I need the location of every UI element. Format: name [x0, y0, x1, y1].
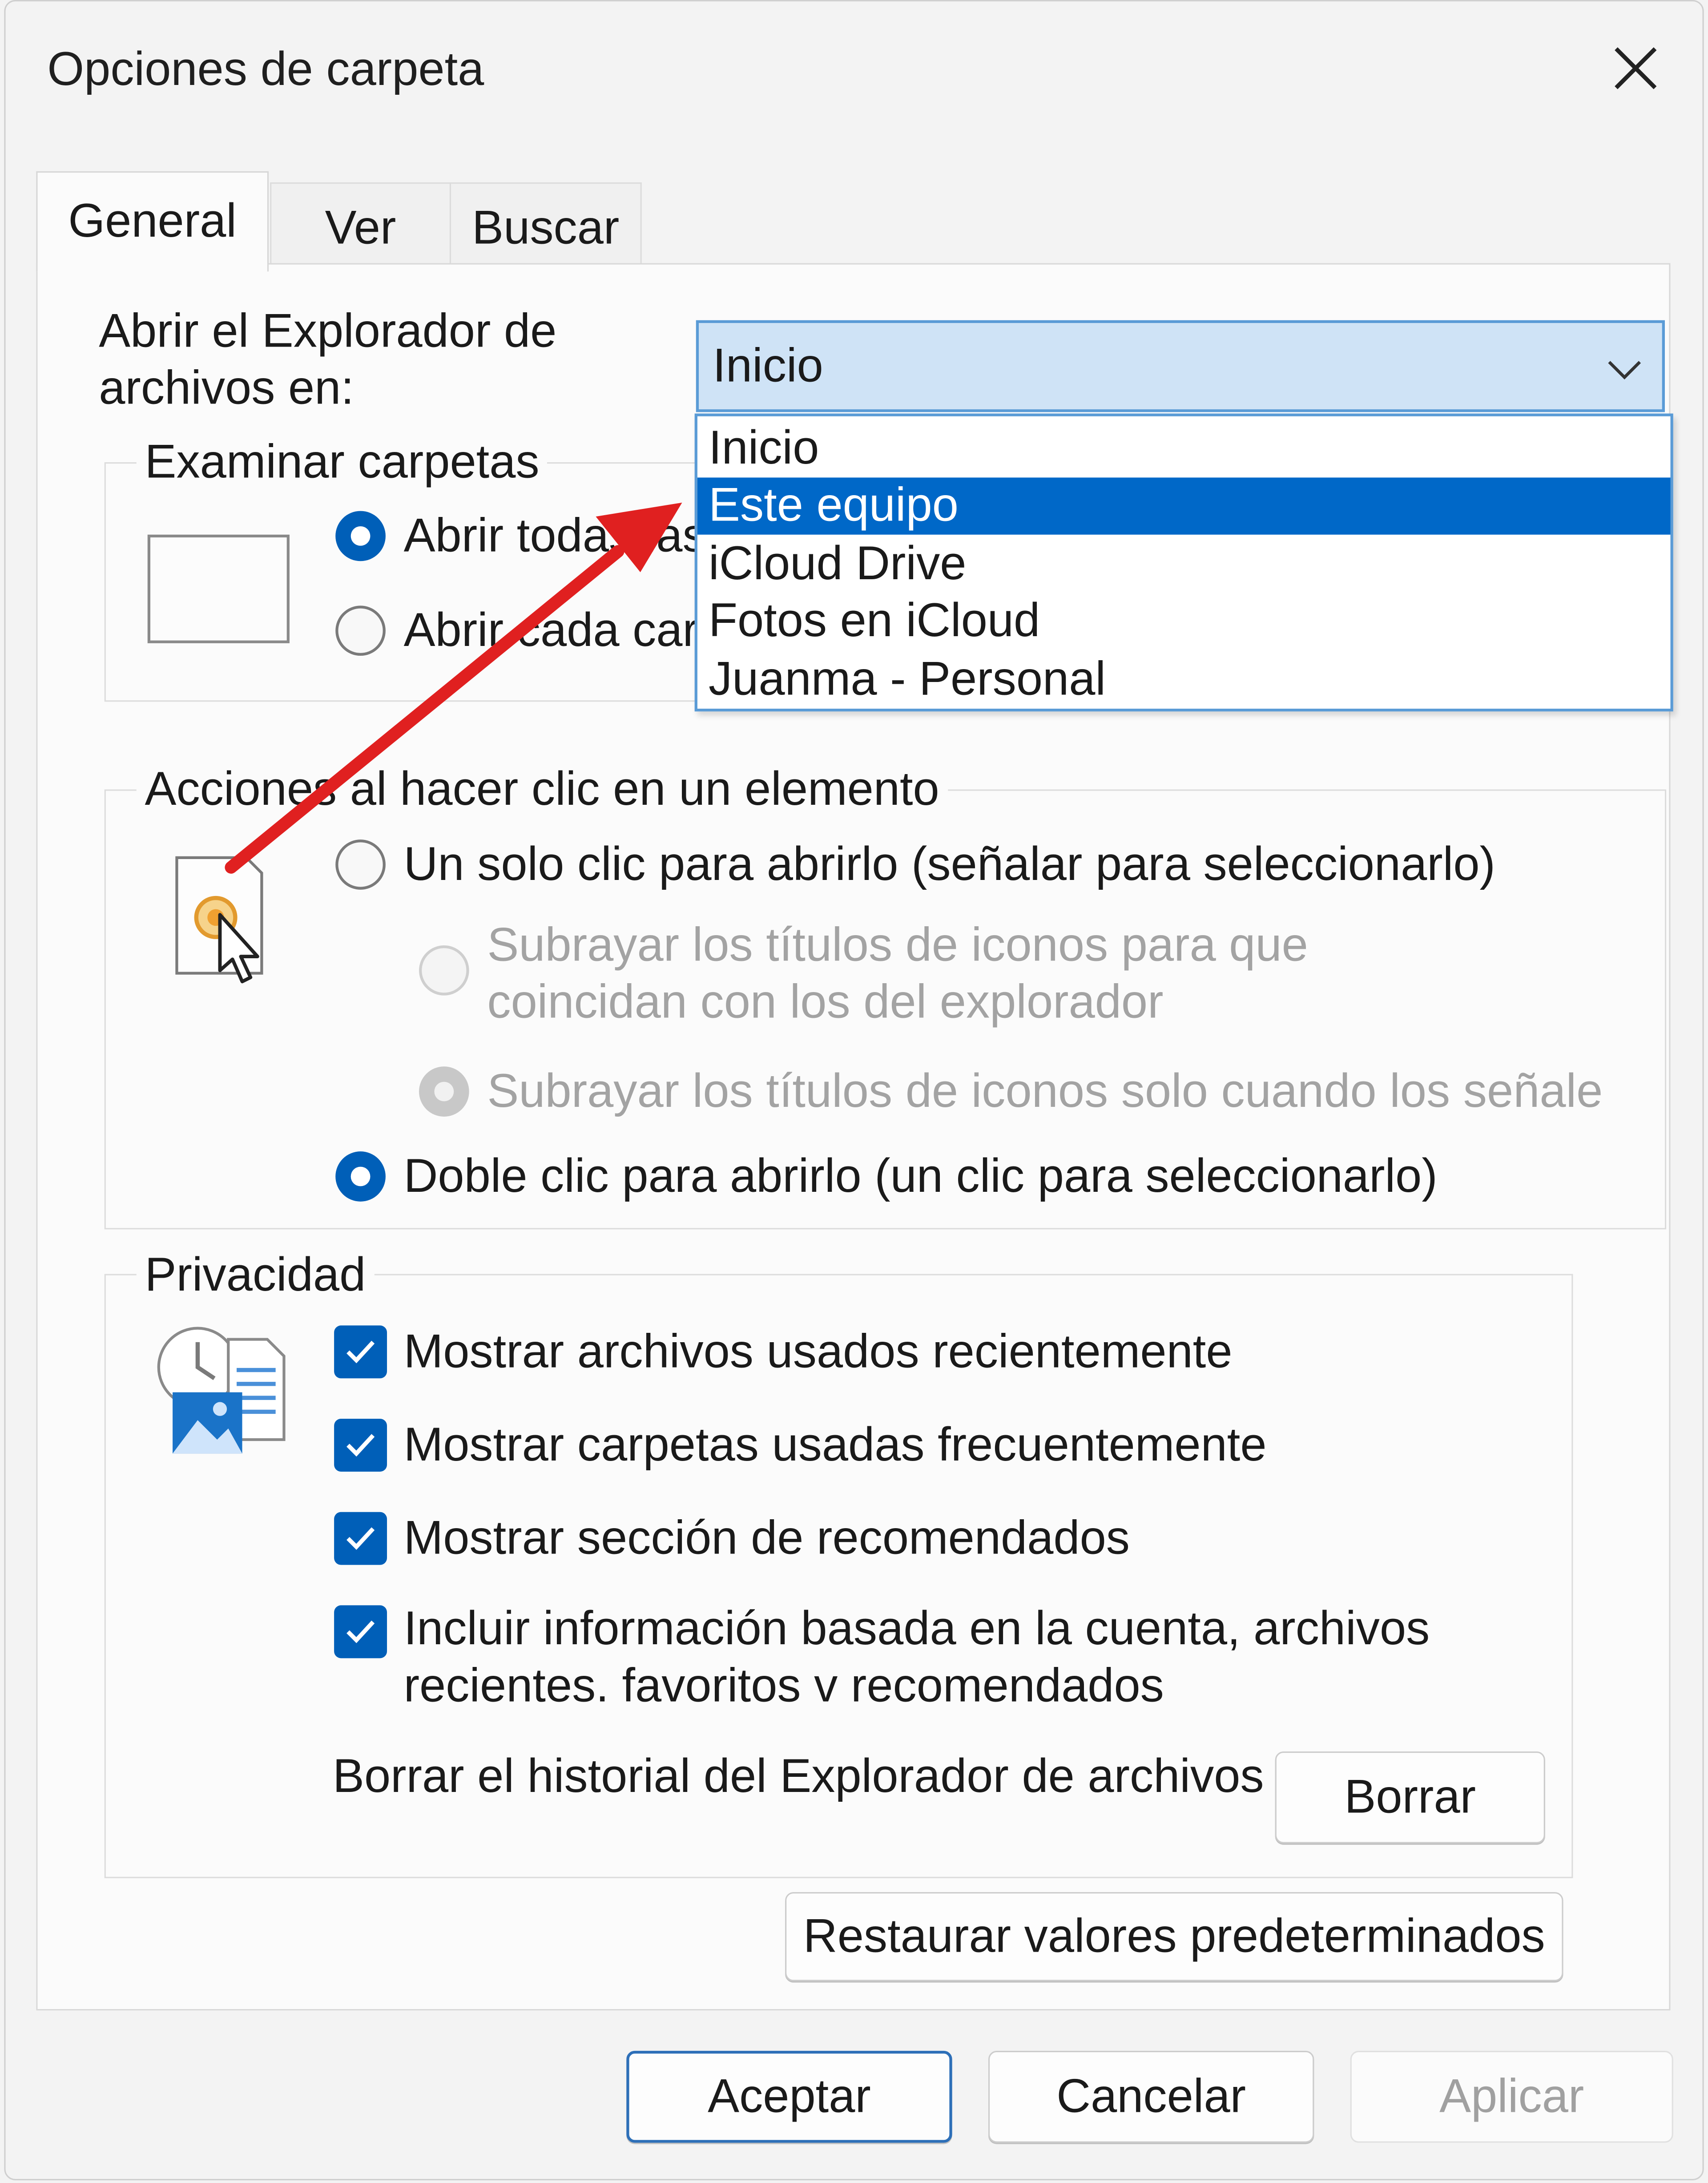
radio-underline-browser[interactable] — [419, 945, 469, 996]
radio-new-window[interactable] — [335, 605, 386, 656]
open-explorer-select[interactable]: Inicio — [696, 320, 1665, 412]
privacy-recent-files-icon — [157, 1327, 286, 1454]
dropdown-option-inicio[interactable]: Inicio — [697, 420, 1671, 477]
same-window-label: Abrir todas las — [403, 509, 706, 563]
frequent-folders-label: Mostrar carpetas usadas frecuentemente — [403, 1419, 1267, 1472]
chevron-down-icon — [1608, 361, 1641, 379]
restore-defaults-button[interactable]: Restaurar valores predeterminados — [785, 1892, 1563, 1981]
cancel-button[interactable]: Cancelar — [988, 2050, 1314, 2143]
single-click-label: Un solo clic para abrirlo (señalar para … — [403, 838, 1495, 891]
dropdown-option-juanma-personal[interactable]: Juanma - Personal — [697, 652, 1671, 709]
folder-options-dialog: Opciones de carpeta General Ver Buscar A… — [4, 0, 1704, 2180]
include-account-label-line1: Incluir información basada en la cuenta,… — [403, 1602, 1430, 1656]
checkbox-recommended[interactable] — [334, 1512, 387, 1565]
click-document-icon — [175, 856, 263, 984]
ok-button[interactable]: Aceptar — [626, 2050, 952, 2143]
recent-files-label: Mostrar archivos usados recientemente — [403, 1325, 1233, 1379]
clear-history-label: Borrar el historial del Explorador de ar… — [332, 1750, 1264, 1803]
open-explorer-label-line2: archivos en: — [99, 362, 354, 415]
clear-history-button[interactable]: Borrar — [1275, 1751, 1545, 1844]
radio-same-window[interactable] — [335, 511, 386, 561]
checkbox-frequent-folders[interactable] — [334, 1419, 387, 1472]
radio-underline-point[interactable] — [419, 1066, 469, 1117]
dialog-title: Opciones de carpeta — [47, 43, 484, 96]
underline-point-label: Subrayar los títulos de iconos solo cuan… — [487, 1065, 1603, 1118]
radio-single-click[interactable] — [335, 839, 386, 890]
privacy-title: Privacidad — [136, 1247, 375, 1303]
underline-browser-label-line1: Subrayar los títulos de iconos para que — [487, 919, 1308, 972]
new-window-label: Abrir cada car — [403, 604, 698, 658]
tab-ver[interactable]: Ver — [270, 182, 451, 274]
tab-general[interactable]: General — [36, 171, 269, 272]
checkbox-include-account[interactable] — [334, 1605, 387, 1658]
underline-browser-label-line2: coincidan con los del explorador — [487, 976, 1164, 1029]
recommended-label: Mostrar sección de recomendados — [403, 1512, 1130, 1565]
dropdown-option-fotos-icloud[interactable]: Fotos en iCloud — [697, 593, 1671, 650]
double-click-label: Doble clic para abrirlo (un clic para se… — [403, 1150, 1438, 1203]
click-actions-title: Acciones al hacer clic en un elemento — [136, 761, 948, 818]
open-explorer-selected-value: Inicio — [713, 339, 823, 393]
open-explorer-label-line1: Abrir el Explorador de — [99, 305, 557, 358]
radio-double-click[interactable] — [335, 1151, 386, 1202]
close-icon[interactable] — [1608, 40, 1664, 96]
browse-folders-title: Examinar carpetas — [136, 434, 548, 490]
open-explorer-dropdown-list: Inicio Este equipo iCloud Drive Fotos en… — [694, 413, 1673, 712]
folder-window-icon — [147, 534, 290, 643]
dropdown-option-este-equipo[interactable]: Este equipo — [697, 477, 1671, 535]
apply-button[interactable]: Aplicar — [1350, 2050, 1673, 2143]
dropdown-option-icloud-drive[interactable]: iCloud Drive — [697, 536, 1671, 593]
tab-buscar[interactable]: Buscar — [449, 182, 642, 274]
include-account-label-line2: recientes. favoritos v recomendados — [403, 1659, 1164, 1713]
checkbox-recent-files[interactable] — [334, 1325, 387, 1379]
